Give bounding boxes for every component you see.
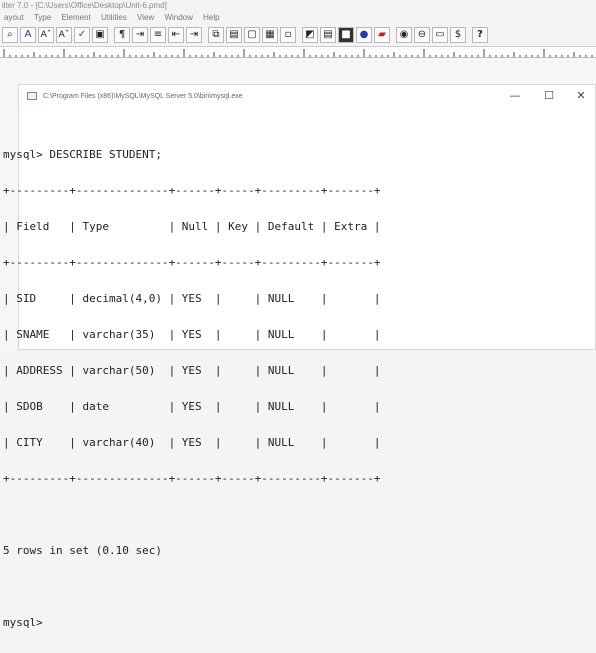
horizontal-ruler[interactable]	[0, 46, 596, 58]
app-title: ilter 7.0 - [C:\Users\Office\Desktop\Uni…	[2, 1, 167, 10]
console-line: mysql>	[3, 616, 43, 629]
console-app-icon	[27, 92, 37, 100]
font-size-down-icon[interactable]: Aˇ	[56, 27, 72, 43]
screen-icon[interactable]: ▭	[432, 27, 448, 43]
console-line: | Field | Type | Null | Key | Default | …	[3, 220, 381, 233]
menu-element[interactable]: Element	[61, 13, 90, 22]
menu-layout[interactable]: ayout	[4, 13, 24, 22]
image-icon[interactable]: ◩	[302, 27, 318, 43]
console-line: +---------+--------------+------+-----+-…	[3, 472, 381, 485]
circle-target-icon[interactable]: ◉	[396, 27, 412, 43]
record-icon[interactable]: ●	[356, 27, 372, 43]
paragraph-icon[interactable]: ¶	[114, 27, 130, 43]
chart-icon[interactable]: ▤	[320, 27, 336, 43]
menu-utilities[interactable]: Utilities	[101, 13, 127, 22]
tab-icon[interactable]: ⇥	[132, 27, 148, 43]
console-line: +---------+--------------+------+-----+-…	[3, 184, 381, 197]
menu-window[interactable]: Window	[164, 13, 192, 22]
console-line: | SID | decimal(4,0) | YES | | NULL | |	[3, 292, 381, 305]
minimize-button[interactable]: —	[503, 88, 527, 104]
align-icon[interactable]: ≡	[150, 27, 166, 43]
maximize-button[interactable]: ☐	[537, 88, 561, 104]
placeholder-icon[interactable]: ▫	[280, 27, 296, 43]
console-line: mysql> DESCRIBE STUDENT;	[3, 148, 162, 161]
font-a-icon[interactable]: A	[20, 27, 36, 43]
console-line: | SNAME | varchar(35) | YES | | NULL | |	[3, 328, 381, 341]
menu-help[interactable]: Help	[203, 13, 219, 22]
dollar-icon[interactable]: $	[450, 27, 466, 43]
console-line: | SDOB | date | YES | | NULL | |	[3, 400, 381, 413]
console-title-text: C:\Program Files (x86)\MySQL\MySQL Serve…	[43, 92, 243, 100]
console-line: | ADDRESS | varchar(50) | YES | | NULL |…	[3, 364, 381, 377]
close-button[interactable]: ✕	[569, 88, 593, 104]
console-window: C:\Program Files (x86)\MySQL\MySQL Serve…	[3, 84, 596, 629]
red-book-icon[interactable]: ▰	[374, 27, 390, 43]
copy-icon[interactable]: ⧉	[208, 27, 224, 43]
toolbar: ⌕ A Aˆ Aˇ ✓ ▣ ¶ ⇥ ≡ ⇤ ⇥ ⧉ ▤ ▢ ▦ ▫ ◩ ▤ ■ …	[0, 25, 596, 45]
console-output[interactable]: mysql> DESCRIBE STUDENT; +---------+----…	[3, 125, 579, 629]
binoculars-icon[interactable]: ⌕	[2, 27, 18, 43]
black-square-icon[interactable]: ■	[338, 27, 354, 43]
menu-type[interactable]: Type	[34, 13, 51, 22]
console-line: 5 rows in set (0.10 sec)	[3, 544, 162, 557]
outdent-icon[interactable]: ⇥	[186, 27, 202, 43]
menu-view[interactable]: View	[137, 13, 154, 22]
paste-icon[interactable]: ▤	[226, 27, 242, 43]
indent-icon[interactable]: ⇤	[168, 27, 184, 43]
font-size-up-icon[interactable]: Aˆ	[38, 27, 54, 43]
help-icon[interactable]: ?	[472, 27, 488, 43]
spell-check-icon[interactable]: ✓	[74, 27, 90, 43]
frame-icon[interactable]: ▣	[92, 27, 108, 43]
console-line: +---------+--------------+------+-----+-…	[3, 256, 381, 269]
box-icon[interactable]: ▢	[244, 27, 260, 43]
table-icon[interactable]: ▦	[262, 27, 278, 43]
console-line: | CITY | varchar(40) | YES | | NULL | |	[3, 436, 381, 449]
circle-minus-icon[interactable]: ⊖	[414, 27, 430, 43]
menu-bar: ayout Type Element Utilities View Window…	[0, 12, 596, 24]
